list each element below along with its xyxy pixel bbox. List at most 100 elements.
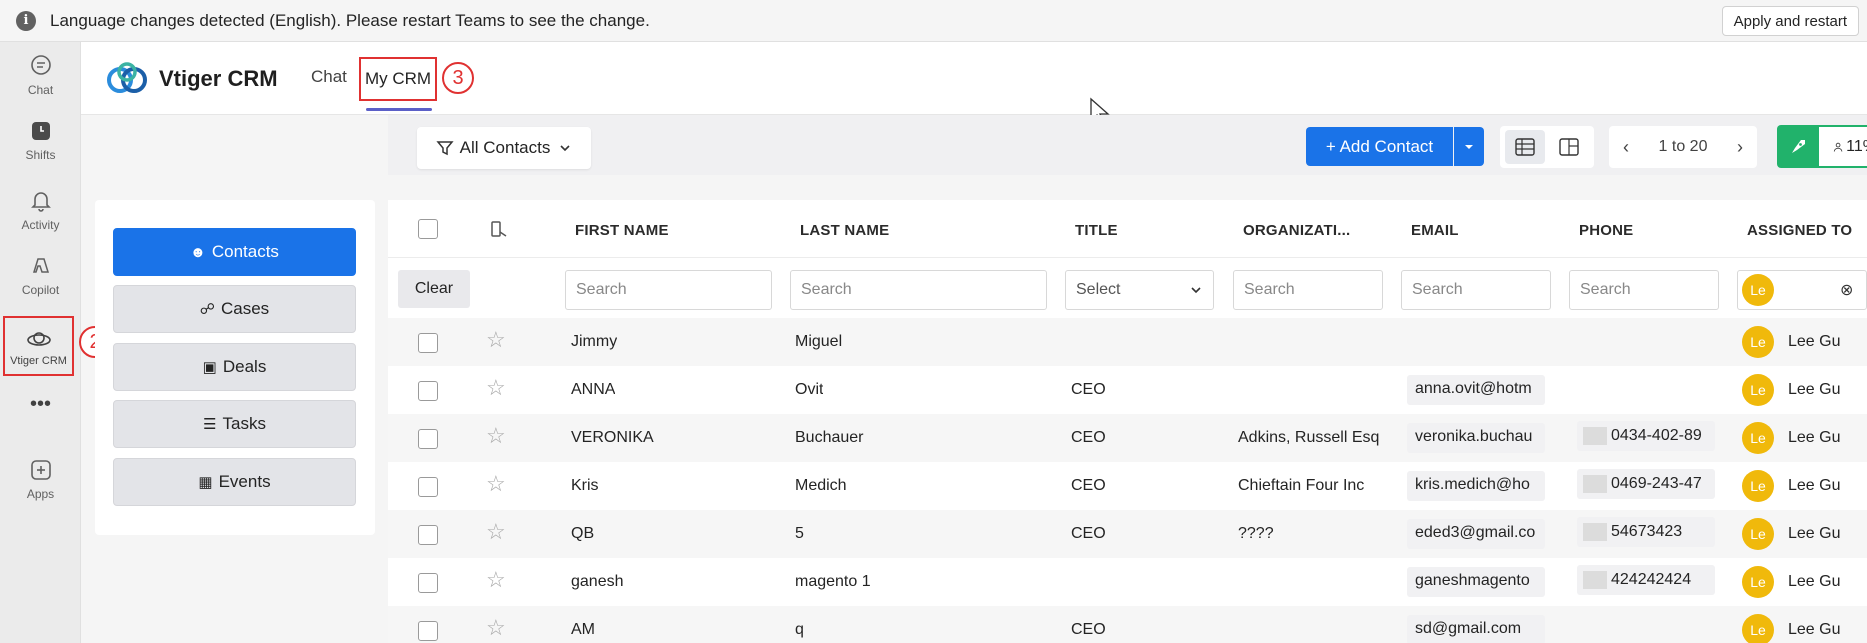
assigned-to-filter[interactable]: Le ⊗: [1737, 270, 1867, 310]
cell-organization: Chieftain Four Inc: [1238, 477, 1365, 494]
cell-phone: 424242424: [1577, 565, 1715, 595]
column-last-name[interactable]: LAST NAME: [800, 222, 889, 239]
notification-message: Language changes detected (English). Ple…: [50, 10, 650, 30]
cell-title: CEO: [1071, 477, 1106, 494]
rail-label: Activity: [21, 218, 60, 232]
select-all-checkbox[interactable]: [418, 219, 438, 239]
cell-first-name[interactable]: Jimmy: [571, 333, 617, 351]
add-contact-button[interactable]: + Add Contact: [1306, 127, 1453, 166]
column-title[interactable]: TITLE: [1075, 222, 1118, 239]
avatar: Le: [1742, 374, 1774, 406]
row-checkbox[interactable]: [418, 525, 438, 545]
email-search-input[interactable]: Search: [1401, 270, 1551, 310]
title-select[interactable]: Select: [1065, 270, 1214, 310]
column-settings-icon[interactable]: [490, 220, 508, 240]
cell-first-name[interactable]: Kris: [571, 477, 599, 495]
cell-assigned-to: Lee Gu: [1788, 573, 1841, 590]
cell-assigned-to: Lee Gu: [1788, 477, 1841, 494]
contacts-icon: ☻: [190, 243, 206, 261]
first-name-search-input[interactable]: Search: [565, 270, 772, 310]
rail-item-more[interactable]: •••: [0, 390, 81, 421]
rocket-button[interactable]: [1777, 125, 1819, 168]
next-page-button[interactable]: ›: [1737, 137, 1743, 158]
organization-search-input[interactable]: Search: [1233, 270, 1383, 310]
clear-filters-button[interactable]: Clear: [398, 270, 470, 308]
active-tab-indicator: [366, 108, 432, 111]
phone-search-input[interactable]: Search: [1569, 270, 1719, 310]
module-events-button[interactable]: ▦ Events: [113, 458, 356, 506]
cell-last-name: Ovit: [795, 381, 824, 398]
avatar: Le: [1742, 566, 1774, 598]
copilot-icon: [27, 252, 55, 280]
module-label: Events: [218, 472, 271, 491]
rail-item-chat[interactable]: Chat: [0, 52, 81, 97]
module-tasks-button[interactable]: ☰ Tasks: [113, 400, 356, 448]
cell-first-name[interactable]: QB: [571, 525, 594, 543]
row-checkbox[interactable]: [418, 573, 438, 593]
rail-item-activity[interactable]: Activity: [0, 187, 81, 232]
column-organization[interactable]: ORGANIZATI...: [1243, 222, 1350, 239]
info-icon: i: [16, 10, 36, 31]
assigned-percent-button[interactable]: 11%: [1819, 125, 1867, 168]
row-checkbox[interactable]: [418, 333, 438, 353]
shifts-icon: [27, 117, 55, 145]
rail-item-vtiger-crm[interactable]: Vtiger CRM: [3, 316, 74, 376]
column-assigned-to[interactable]: ASSIGNED TO: [1747, 222, 1852, 239]
avatar: Le: [1742, 470, 1774, 502]
table-view-icon: [1515, 138, 1535, 156]
cell-first-name[interactable]: VERONIKA: [571, 429, 654, 447]
apply-and-restart-button[interactable]: Apply and restart: [1721, 6, 1859, 36]
rail-item-apps[interactable]: Apps: [0, 456, 81, 501]
module-contacts-button[interactable]: ☻ Contacts: [113, 228, 356, 276]
star-icon[interactable]: ☆: [486, 567, 506, 593]
module-deals-button[interactable]: ▣ Deals: [113, 343, 356, 391]
last-name-search-input[interactable]: Search: [790, 270, 1047, 310]
cell-first-name[interactable]: AM: [571, 621, 595, 639]
rail-item-copilot[interactable]: Copilot: [0, 252, 81, 297]
rail-label: Copilot: [21, 283, 60, 297]
module-cases-button[interactable]: ☍ Cases: [113, 285, 356, 333]
cell-title: CEO: [1071, 381, 1106, 398]
star-icon[interactable]: ☆: [486, 615, 506, 641]
cell-last-name: q: [795, 621, 804, 638]
star-icon[interactable]: ☆: [486, 519, 506, 545]
star-icon[interactable]: ☆: [486, 423, 506, 449]
cell-first-name[interactable]: ANNA: [571, 381, 615, 399]
prev-page-button[interactable]: ‹: [1623, 137, 1629, 158]
cell-first-name[interactable]: ganesh: [571, 573, 624, 591]
phone-number: 54673423: [1611, 523, 1683, 540]
title-select-value: Select: [1076, 281, 1121, 298]
add-contact-dropdown[interactable]: [1454, 127, 1484, 166]
filter-dropdown[interactable]: All Contacts: [417, 127, 591, 169]
tab-my-crm[interactable]: My CRM: [359, 57, 437, 101]
cell-email: anna.ovit@hotm: [1407, 375, 1545, 405]
cell-assigned-to: Lee Gu: [1788, 525, 1841, 542]
tab-chat[interactable]: Chat: [311, 67, 347, 87]
star-icon[interactable]: ☆: [486, 471, 506, 497]
column-email[interactable]: EMAIL: [1411, 222, 1459, 239]
row-checkbox[interactable]: [418, 381, 438, 401]
user-icon: [1833, 142, 1843, 152]
star-icon[interactable]: ☆: [486, 327, 506, 353]
notification-bar: i Language changes detected (English). P…: [0, 0, 1867, 42]
country-flag-icon: [1583, 427, 1607, 445]
phone-number: 0434-402-89: [1611, 427, 1702, 444]
table-row[interactable]: [388, 606, 1867, 643]
cell-title: CEO: [1071, 621, 1106, 638]
row-checkbox[interactable]: [418, 477, 438, 497]
chevron-down-icon: [1191, 287, 1201, 294]
cell-last-name: Buchauer: [795, 429, 864, 446]
row-checkbox[interactable]: [418, 429, 438, 449]
star-icon[interactable]: ☆: [486, 375, 506, 401]
rail-item-shifts[interactable]: Shifts: [0, 117, 81, 162]
rail-label: Vtiger CRM: [10, 354, 67, 367]
clear-assigned-icon[interactable]: ⊗: [1840, 280, 1853, 300]
list-view-button[interactable]: [1505, 130, 1545, 164]
add-app-icon: [27, 456, 55, 484]
column-first-name[interactable]: FIRST NAME: [575, 222, 669, 239]
column-phone[interactable]: PHONE: [1579, 222, 1633, 239]
kanban-view-button[interactable]: [1549, 130, 1589, 164]
phone-number: 0469-243-47: [1611, 475, 1702, 492]
row-checkbox[interactable]: [418, 621, 438, 641]
cell-last-name: Medich: [795, 477, 847, 494]
